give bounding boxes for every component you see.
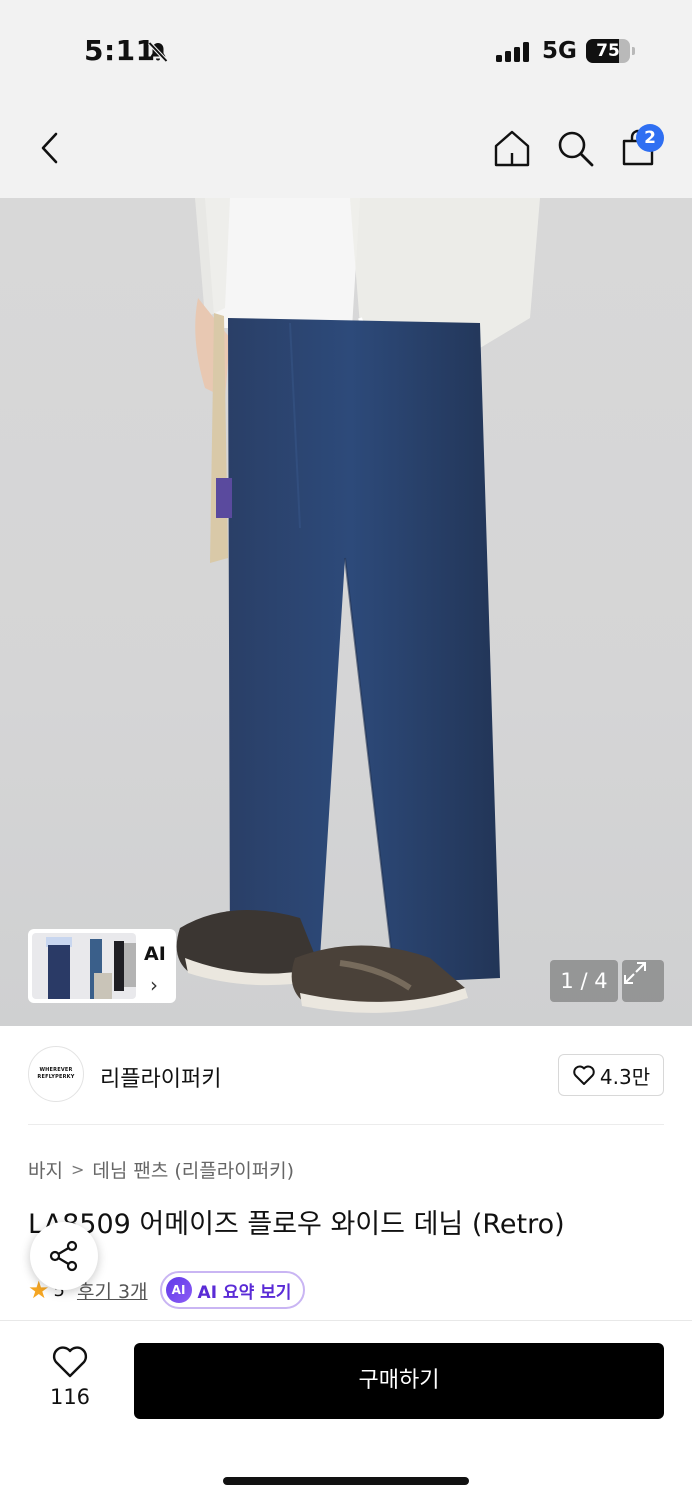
breadcrumb-category[interactable]: 바지 xyxy=(28,1156,63,1183)
heart-icon xyxy=(573,1065,595,1085)
cart-count-badge: 2 xyxy=(636,124,664,152)
expand-image-button[interactable] xyxy=(622,960,664,1002)
wishlist-count: 116 xyxy=(49,1385,91,1409)
search-button[interactable] xyxy=(553,126,597,170)
image-page-indicator: 1 / 4 xyxy=(550,960,618,1002)
brand-row[interactable]: WHEREVER REFLYPERKY 리플라이퍼키 4.3만 xyxy=(0,1026,692,1126)
home-button[interactable] xyxy=(490,126,534,170)
brand-name[interactable]: 리플라이퍼키 xyxy=(100,1061,221,1093)
wishlist-button[interactable]: 116 xyxy=(38,1345,102,1409)
battery-icon: 75 xyxy=(586,39,635,63)
product-title: LA8509 어메이즈 플로우 와이드 데님 (Retro) xyxy=(28,1209,565,1240)
signal-icon xyxy=(496,42,529,62)
expand-arrows-icon xyxy=(624,962,646,984)
ai-thumbnail-image xyxy=(32,933,136,999)
brand-like-count: 4.3만 xyxy=(599,1064,651,1089)
ai-label: AI xyxy=(144,943,166,965)
brand-logo-text-1: WHEREVER xyxy=(39,1067,73,1073)
status-time: 5:11 xyxy=(84,34,156,67)
bottom-action-bar: 116 구매하기 xyxy=(0,1320,692,1500)
product-image[interactable]: AI › 1 / 4 xyxy=(0,198,692,1026)
top-nav-bar xyxy=(0,100,692,198)
breadcrumb: 바지 > 데님 팬츠 (리플라이퍼키) xyxy=(28,1156,294,1183)
brand-like-button[interactable]: 4.3만 xyxy=(558,1054,664,1096)
buy-button[interactable]: 구매하기 xyxy=(134,1343,664,1419)
home-indicator xyxy=(223,1477,469,1485)
bell-slash-icon xyxy=(148,41,168,63)
heart-icon xyxy=(52,1346,88,1378)
status-bar: 5:11 5G 75 xyxy=(0,0,692,100)
brand-logo[interactable]: WHEREVER REFLYPERKY xyxy=(28,1046,84,1102)
network-type: 5G xyxy=(542,38,577,64)
share-icon xyxy=(49,1240,78,1272)
chevron-right-icon: > xyxy=(70,1160,85,1179)
reviews-link[interactable]: 후기 3개 xyxy=(77,1277,148,1304)
search-icon xyxy=(558,131,594,167)
chevron-right-icon: › xyxy=(150,973,158,997)
back-button[interactable] xyxy=(28,126,72,170)
breadcrumb-subcategory[interactable]: 데님 팬츠 (리플라이퍼키) xyxy=(92,1156,294,1183)
ai-similar-items-button[interactable]: AI › xyxy=(28,929,176,1003)
ai-summary-label: AI 요약 보기 xyxy=(197,1282,292,1303)
battery-level: 75 xyxy=(596,41,620,61)
home-icon xyxy=(494,130,530,167)
product-photo xyxy=(176,198,540,1013)
chevron-left-icon xyxy=(41,132,58,164)
ai-badge-icon: AI xyxy=(165,1277,192,1303)
brand-logo-text-2: REFLYPERKY xyxy=(37,1074,75,1080)
ai-summary-button[interactable]: AI AI 요약 보기 xyxy=(159,1271,306,1309)
share-button[interactable] xyxy=(30,1222,98,1290)
divider xyxy=(28,1124,664,1125)
